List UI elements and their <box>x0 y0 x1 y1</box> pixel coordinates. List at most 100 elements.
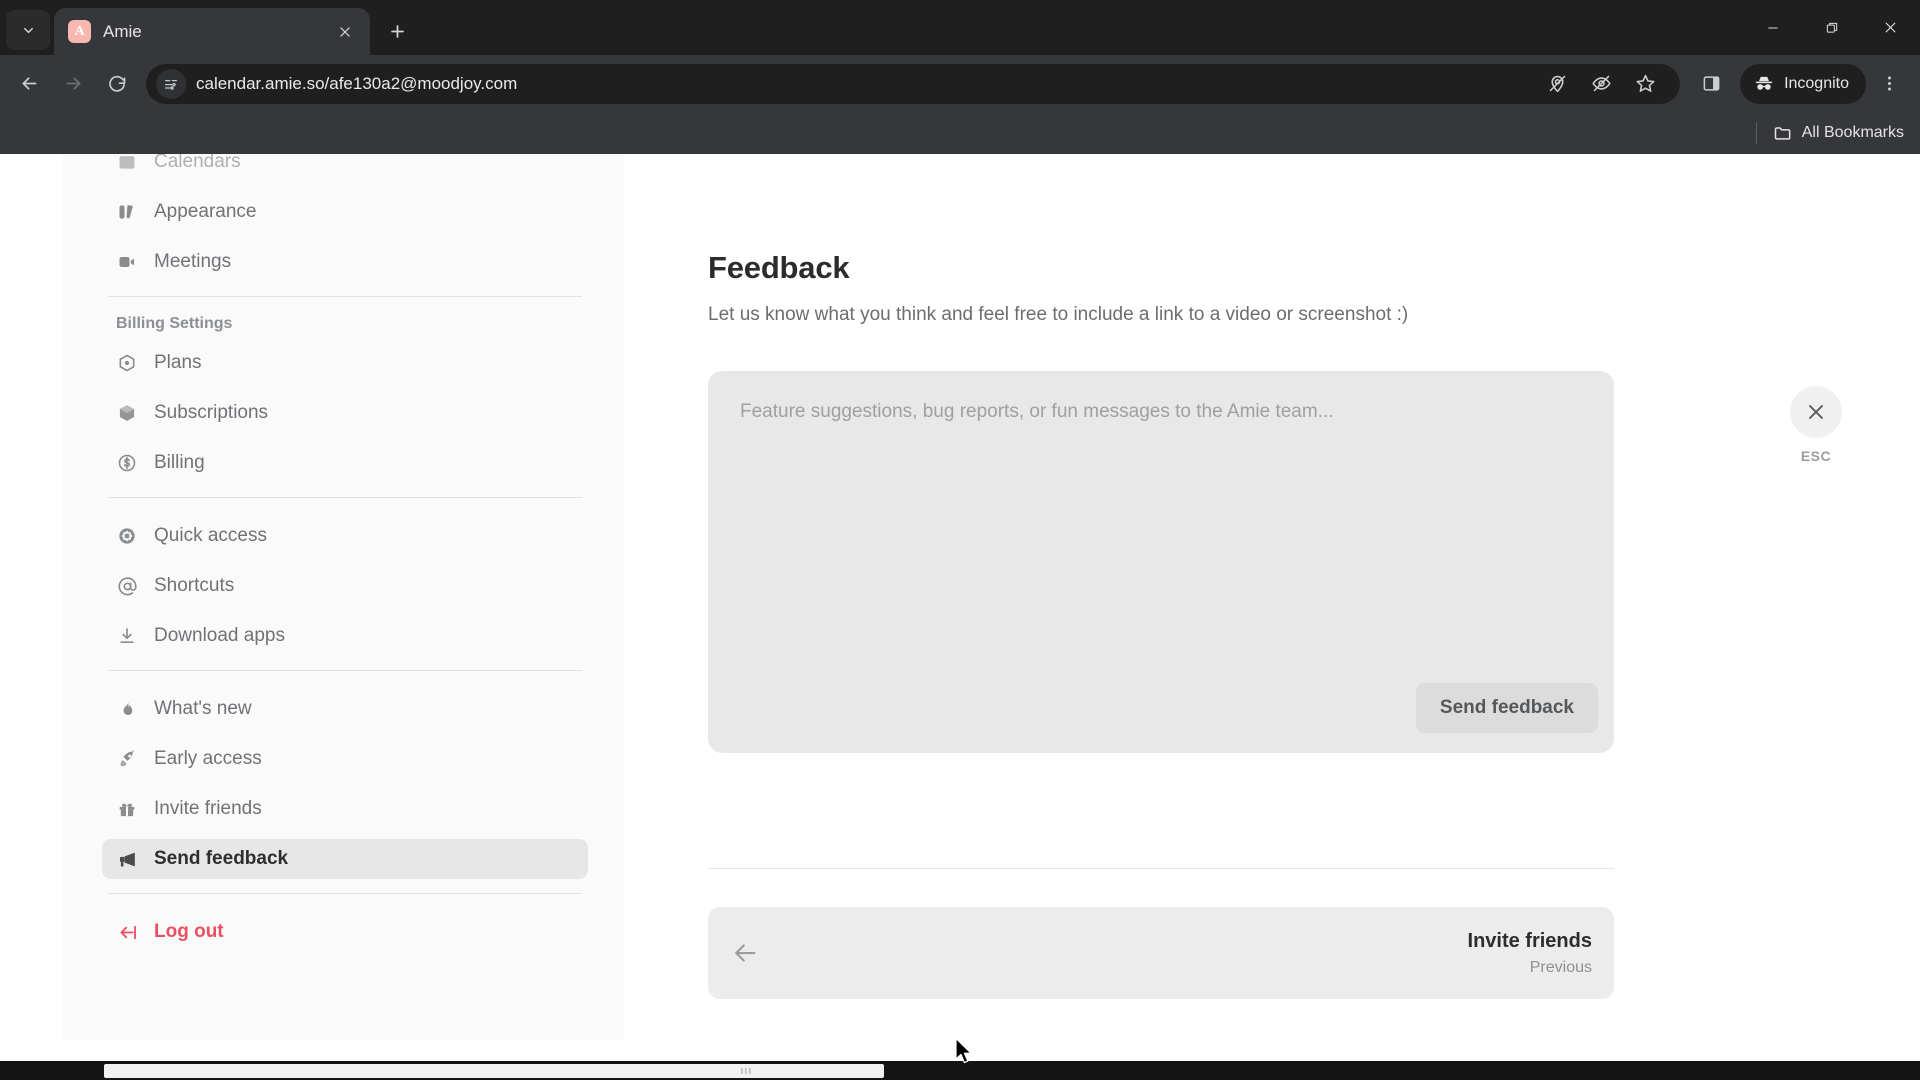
page-subtitle: Let us know what you think and feel free… <box>708 304 1409 325</box>
sidebar-item-label: Plans <box>154 352 202 373</box>
tab-title: Amie <box>103 21 142 41</box>
plus-icon <box>390 24 404 38</box>
sidebar-scroll-area[interactable]: Calendars Appearance Meetings Billing Se… <box>102 154 588 962</box>
incognito-label: Incognito <box>1784 74 1849 92</box>
mouse-cursor <box>954 1037 975 1071</box>
window-controls <box>1743 0 1920 55</box>
reload-icon <box>109 75 126 92</box>
cursor-pointer-icon <box>955 1037 972 1064</box>
sidebar-item-plans[interactable]: Plans <box>102 343 588 383</box>
forward-button[interactable] <box>52 63 94 105</box>
sidebar-item-subscriptions[interactable]: Subscriptions <box>102 393 588 433</box>
sidebar-item-meetings[interactable]: Meetings <box>102 242 588 282</box>
all-bookmarks-button[interactable]: All Bookmarks <box>1773 123 1904 143</box>
window-close-button[interactable] <box>1861 0 1920 55</box>
sidebar-item-label: Billing <box>154 452 205 473</box>
page-title: Feedback <box>708 250 850 285</box>
sidebar-divider <box>108 296 582 297</box>
minimize-button[interactable] <box>1743 0 1802 55</box>
browser-toolbar: calendar.amie.so/afe130a2@moodjoy.com In… <box>0 55 1920 112</box>
sidebar-item-label: Quick access <box>154 525 267 546</box>
sidebar-item-calendars[interactable]: Calendars <box>102 154 588 182</box>
forward-arrow-icon <box>66 77 80 90</box>
close-icon <box>1809 405 1823 419</box>
sidebar-item-quick-access[interactable]: Quick access <box>102 516 588 556</box>
calendar-icon <box>116 154 138 173</box>
flower-circle-glyph <box>119 528 135 544</box>
sidebar-item-early-access[interactable]: Early access <box>102 739 588 779</box>
sidebar-item-label: Calendars <box>154 154 241 172</box>
sidebar-item-billing[interactable]: Billing <box>102 443 588 483</box>
sidebar-divider <box>108 497 582 498</box>
back-button[interactable] <box>8 63 50 105</box>
incognito-indicator[interactable]: Incognito <box>1740 63 1866 104</box>
all-bookmarks-label: All Bookmarks <box>1801 124 1904 141</box>
flower-circle-icon <box>116 525 138 547</box>
video-camera-icon <box>116 251 138 273</box>
incognito-icon <box>1755 76 1773 90</box>
tab-close-button[interactable] <box>332 19 358 45</box>
restore-icon <box>1826 22 1837 33</box>
close-icon <box>1885 22 1896 33</box>
address-bar[interactable]: calendar.amie.so/afe130a2@moodjoy.com <box>146 63 1681 105</box>
omnibox-actions <box>1536 63 1666 105</box>
sidebar-item-send-feedback[interactable]: Send feedback <box>102 839 588 879</box>
sidebar-section-billing: Billing Settings <box>116 315 233 332</box>
video-camera-glyph <box>119 257 135 267</box>
sidebar-item-whats-new[interactable]: What's new <box>102 689 588 729</box>
amie-favicon: A <box>68 20 91 43</box>
flame-icon <box>116 698 138 720</box>
box-glyph <box>119 405 135 421</box>
sidebar-divider <box>108 893 582 894</box>
new-tab-button[interactable] <box>377 11 417 51</box>
previous-page-nav[interactable]: Invite friends Previous <box>708 907 1614 999</box>
bookmark-button[interactable] <box>1624 63 1666 105</box>
horizontal-scrollbar-thumb[interactable] <box>104 1064 884 1078</box>
hexagon-glyph <box>119 354 135 372</box>
back-arrow-icon <box>22 77 36 90</box>
settings-sidebar: Calendars Appearance Meetings Billing Se… <box>62 154 624 1040</box>
close-panel-control[interactable]: ESC <box>1787 386 1845 464</box>
gift-glyph <box>119 803 135 817</box>
feedback-input-card[interactable]: Feature suggestions, bug reports, or fun… <box>708 371 1614 753</box>
sidebar-item-label: Early access <box>154 748 262 769</box>
settings-main-panel: ESC Feedback Let us know what you think … <box>624 154 1920 1040</box>
third-party-cookie-blocked-button[interactable] <box>1580 63 1622 105</box>
page-viewport: Calendars Appearance Meetings Billing Se… <box>0 154 1920 1080</box>
location-blocked-button[interactable] <box>1536 63 1578 105</box>
sidebar-item-appearance[interactable]: Appearance <box>102 192 588 232</box>
feedback-content: Feedback Let us know what you think and … <box>708 154 1614 999</box>
sidebar-item-label: Invite friends <box>154 798 262 819</box>
sidebar-item-shortcuts[interactable]: Shortcuts <box>102 566 588 606</box>
send-feedback-button[interactable]: Send feedback <box>1415 683 1598 733</box>
maximize-button[interactable] <box>1802 0 1861 55</box>
sidebar-item-label: Subscriptions <box>154 402 269 423</box>
favicon-letter: A <box>74 23 85 39</box>
feedback-textarea[interactable]: Feature suggestions, bug reports, or fun… <box>740 401 1582 423</box>
sidebar-item-label: Log out <box>154 921 224 942</box>
sidebar-item-invite-friends[interactable]: Invite friends <box>102 789 588 829</box>
previous-page-text: Invite friends Previous <box>1468 930 1592 977</box>
megaphone-icon <box>116 848 138 870</box>
bookmarks-divider <box>1755 122 1757 144</box>
previous-page-title: Invite friends <box>1467 929 1592 952</box>
close-button[interactable] <box>1790 386 1842 438</box>
page-info-icon <box>165 79 177 90</box>
left-arrow-glyph <box>735 944 756 962</box>
sidebar-item-label: Meetings <box>154 251 232 272</box>
tab-search-button[interactable] <box>6 10 50 50</box>
site-info-button[interactable] <box>156 68 186 99</box>
browser-tab[interactable]: A Amie <box>54 8 370 55</box>
sidebar-item-label: Send feedback <box>154 848 289 869</box>
side-panel-button[interactable] <box>1690 63 1732 105</box>
sidebar-item-logout[interactable]: Log out <box>102 912 588 952</box>
hexagon-icon <box>116 352 138 374</box>
calendar-glyph <box>119 156 135 169</box>
previous-page-label: Previous <box>1529 958 1592 976</box>
reload-button[interactable] <box>96 63 138 105</box>
sidebar-item-download-apps[interactable]: Download apps <box>102 616 588 656</box>
url-text[interactable]: calendar.amie.so/afe130a2@moodjoy.com <box>196 74 517 94</box>
chrome-menu-button[interactable] <box>1868 63 1910 105</box>
sidebar-divider <box>108 670 582 671</box>
download-icon <box>116 625 138 647</box>
